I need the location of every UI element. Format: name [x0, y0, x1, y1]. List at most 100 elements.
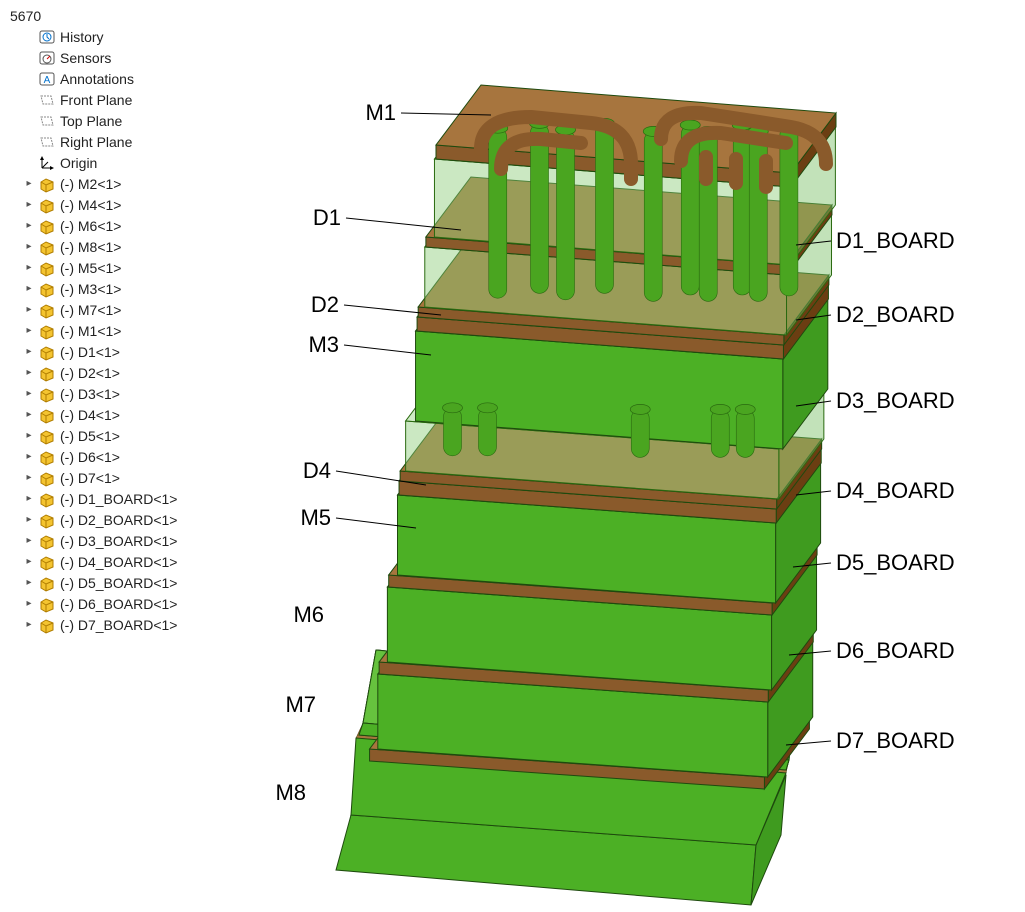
tree-item-label: (-) D6_BOARD<1> — [60, 595, 177, 613]
part-icon — [38, 301, 56, 319]
expand-arrow-icon[interactable]: ▸ — [24, 406, 34, 424]
tree-item-part[interactable]: ▸(-) M1<1> — [24, 320, 231, 341]
tree-item-label: (-) M6<1> — [60, 217, 121, 235]
tree-item-part[interactable]: ▸ (-) M7<1> — [24, 299, 231, 320]
expand-arrow-icon[interactable]: ▸ — [24, 238, 34, 256]
expand-arrow-icon[interactable]: ▸ — [24, 322, 34, 340]
expand-arrow-icon[interactable]: ▸ — [24, 511, 34, 529]
tree-item-label: (-) D2_BOARD<1> — [60, 511, 177, 529]
origin-icon — [38, 154, 56, 172]
tree-item-sensors[interactable]: Sensors — [24, 47, 231, 68]
tree-item-label: (-) M7<1> — [60, 301, 121, 319]
tree-item-origin[interactable]: Origin — [24, 152, 231, 173]
callout-D3_BOARD: D3_BOARD — [836, 388, 955, 413]
tree-item-label: Sensors — [60, 49, 111, 67]
part-icon — [38, 469, 56, 487]
expand-arrow-icon[interactable]: ▸ — [24, 364, 34, 382]
part-icon — [38, 364, 56, 382]
callout-M6: M6 — [293, 602, 324, 627]
tree-item-label: (-) D5_BOARD<1> — [60, 574, 177, 592]
tree-item-part[interactable]: ▸(-) D1<1> — [24, 341, 231, 362]
expand-arrow-icon[interactable]: ▸ — [24, 196, 34, 214]
annotations-icon: A — [38, 70, 56, 88]
tree-item-part[interactable]: ▸ (-) D6_BOARD<1> — [24, 593, 231, 614]
callout-D1: D1 — [313, 205, 341, 230]
tree-item-part[interactable]: ▸ (-) D6<1> — [24, 446, 231, 467]
part-icon — [38, 553, 56, 571]
tree-item-label: (-) M3<1> — [60, 280, 121, 298]
tree-root-label: 5670 — [10, 8, 41, 24]
plane-icon — [38, 91, 56, 109]
tree-item-label: (-) D3_BOARD<1> — [60, 532, 177, 550]
part-icon — [38, 196, 56, 214]
tree-item-part[interactable]: ▸ (-) M2<1> — [24, 173, 231, 194]
tree-root[interactable]: 5670 — [6, 6, 231, 26]
tree-item-label: Right Plane — [60, 133, 132, 151]
tree-item-part[interactable]: ▸(-) D7_BOARD<1> — [24, 614, 231, 635]
tree-item-label: (-) M4<1> — [60, 196, 121, 214]
expand-arrow-icon[interactable]: ▸ — [24, 280, 34, 298]
expand-arrow-icon[interactable]: ▸ — [24, 343, 34, 361]
expand-arrow-icon[interactable]: ▸ — [24, 301, 34, 319]
expand-arrow-icon[interactable]: ▸ — [24, 553, 34, 571]
expand-arrow-icon[interactable]: ▸ — [24, 427, 34, 445]
callout-D4_BOARD: D4_BOARD — [836, 478, 955, 503]
expand-arrow-icon[interactable]: ▸ — [24, 532, 34, 550]
svg-text:A: A — [44, 75, 51, 86]
callout-M8: M8 — [275, 780, 306, 805]
tree-item-front-plane[interactable]: Front Plane — [24, 89, 231, 110]
expand-arrow-icon[interactable]: ▸ — [24, 448, 34, 466]
part-icon — [38, 343, 56, 361]
tree-item-label: (-) D4_BOARD<1> — [60, 553, 177, 571]
callout-D7_BOARD: D7_BOARD — [836, 728, 955, 753]
tree-item-history[interactable]: History — [24, 26, 231, 47]
expand-arrow-icon[interactable]: ▸ — [24, 616, 34, 634]
tree-item-label: (-) D7<1> — [60, 469, 120, 487]
expand-arrow-icon[interactable]: ▸ — [24, 469, 34, 487]
part-icon — [38, 595, 56, 613]
model-viewport[interactable]: M1 D1 D2 M3 D4 M5 M6 M7 M8 D1_BOARD — [231, 0, 1025, 912]
part-icon — [38, 406, 56, 424]
expand-arrow-icon[interactable]: ▸ — [24, 175, 34, 193]
part-icon — [38, 574, 56, 592]
callout-D2_BOARD: D2_BOARD — [836, 302, 955, 327]
tree-item-part[interactable]: ▸(-) M8<1> — [24, 236, 231, 257]
callout-D4: D4 — [303, 458, 331, 483]
tree-item-part[interactable]: ▸(-) D1_BOARD<1> — [24, 488, 231, 509]
expand-arrow-icon[interactable]: ▸ — [24, 385, 34, 403]
feature-tree[interactable]: 5670 History Sensors A — [0, 0, 231, 912]
expand-arrow-icon[interactable]: ▸ — [24, 595, 34, 613]
tree-item-part[interactable]: ▸ (-) M4<1> — [24, 194, 231, 215]
tree-item-part[interactable]: ▸ (-) D2<1> — [24, 362, 231, 383]
tree-item-annotations[interactable]: A Annotations — [24, 68, 231, 89]
tree-item-part[interactable]: ▸(-) M5<1> — [24, 257, 231, 278]
expand-arrow-icon[interactable]: ▸ — [24, 259, 34, 277]
tree-item-part[interactable]: ▸ (-) M3<1> — [24, 278, 231, 299]
tree-item-part[interactable]: ▸ (-) D5_BOARD<1> — [24, 572, 231, 593]
tree-item-label: History — [60, 28, 104, 46]
tree-item-part[interactable]: ▸ (-) D4<1> — [24, 404, 231, 425]
expand-arrow-icon[interactable]: ▸ — [24, 217, 34, 235]
tree-item-label: (-) M2<1> — [60, 175, 121, 193]
part-icon — [38, 532, 56, 550]
tree-item-label: (-) D4<1> — [60, 406, 120, 424]
tree-item-part[interactable]: ▸ (-) D2_BOARD<1> — [24, 509, 231, 530]
tree-item-part[interactable]: ▸(-) D5<1> — [24, 425, 231, 446]
tree-item-top-plane[interactable]: Top Plane — [24, 110, 231, 131]
tree-item-part[interactable]: ▸ (-) D7<1> — [24, 467, 231, 488]
tree-item-label: (-) D2<1> — [60, 364, 120, 382]
part-icon — [38, 490, 56, 508]
tree-item-label: Origin — [60, 154, 97, 172]
callout-D2: D2 — [311, 292, 339, 317]
plane-icon — [38, 112, 56, 130]
expand-arrow-icon[interactable]: ▸ — [24, 490, 34, 508]
callout-D5_BOARD: D5_BOARD — [836, 550, 955, 575]
tree-item-part[interactable]: ▸(-) D3<1> — [24, 383, 231, 404]
expand-arrow-icon[interactable]: ▸ — [24, 574, 34, 592]
tree-item-label: (-) D6<1> — [60, 448, 120, 466]
tree-item-part[interactable]: ▸ (-) M6<1> — [24, 215, 231, 236]
tree-item-part[interactable]: ▸ (-) D3_BOARD<1> — [24, 530, 231, 551]
tree-item-right-plane[interactable]: Right Plane — [24, 131, 231, 152]
tree-item-part[interactable]: ▸ (-) D4_BOARD<1> — [24, 551, 231, 572]
part-icon — [38, 322, 56, 340]
